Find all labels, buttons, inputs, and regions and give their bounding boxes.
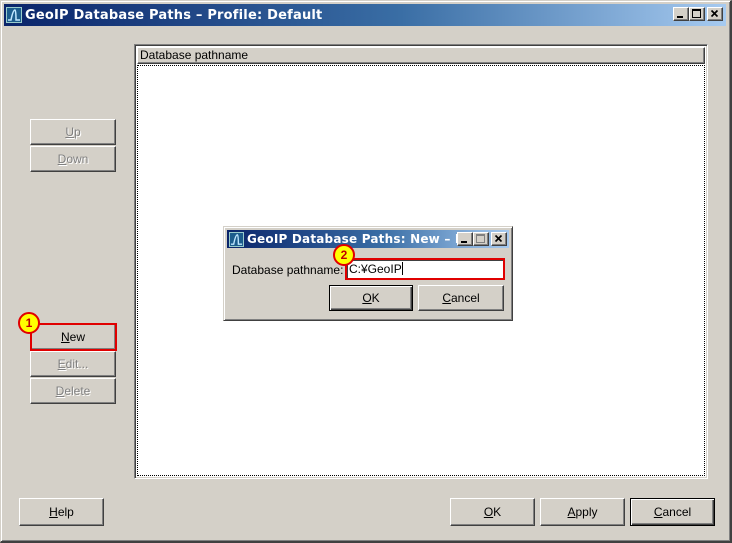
new-button-label: New (60, 330, 85, 344)
dialog-title: GeoIP Database Paths: New – Pr... (247, 232, 483, 246)
dialog-ok-button-label: OK (362, 291, 380, 305)
geoip-app-icon (229, 231, 244, 247)
database-pathname-value: C:¥GeoIP (349, 262, 402, 276)
dialog-close-button[interactable] (491, 232, 507, 246)
text-caret (401, 262, 403, 275)
window-title: GeoIP Database Paths – Profile: Default (25, 7, 323, 23)
delete-button[interactable]: Delete (30, 378, 116, 404)
dialog-cancel-button[interactable]: Cancel (418, 285, 504, 311)
database-pathname-input[interactable]: C:¥GeoIP (346, 259, 504, 279)
new-path-dialog: GeoIP Database Paths: New – Pr... Databa… (223, 226, 513, 321)
minimize-button[interactable] (673, 7, 689, 21)
column-header-database-pathname[interactable]: Database pathname (137, 47, 705, 64)
dialog-minimize-button[interactable] (457, 232, 473, 246)
dialog-cancel-button-label: Cancel (442, 291, 480, 305)
delete-button-label: Delete (55, 384, 91, 398)
apply-button-label: Apply (567, 505, 598, 519)
new-button[interactable]: New (30, 324, 116, 350)
up-button[interactable]: Up (30, 119, 116, 145)
ok-button-label: OK (483, 505, 502, 519)
maximize-icon (692, 9, 701, 18)
apply-button[interactable]: Apply (540, 498, 625, 526)
ok-button[interactable]: OK (450, 498, 535, 526)
maximize-button[interactable] (689, 7, 705, 21)
minimize-icon (677, 16, 683, 18)
title-bar[interactable]: GeoIP Database Paths – Profile: Default (4, 4, 726, 26)
edit-button-label: Edit... (57, 357, 89, 371)
dialog-title-bar[interactable]: GeoIP Database Paths: New – Pr... (227, 230, 509, 248)
maximize-icon (476, 234, 485, 243)
help-button[interactable]: Help (19, 498, 104, 526)
database-pathname-label: Database pathname: (232, 263, 344, 277)
down-button-label: Down (57, 152, 89, 166)
dialog-ok-button[interactable]: OK (329, 285, 413, 311)
up-button-label: Up (65, 125, 81, 139)
step-2-marker: 2 (333, 244, 355, 266)
close-button[interactable] (707, 7, 723, 21)
dialog-maximize-button[interactable] (473, 232, 489, 246)
help-button-label: Help (49, 505, 74, 519)
close-icon (494, 234, 503, 243)
geoip-app-icon (6, 7, 22, 23)
step-1-marker: 1 (18, 312, 40, 334)
main-window: GeoIP Database Paths – Profile: Default … (0, 0, 732, 543)
cancel-button-label: Cancel (653, 505, 692, 519)
edit-button[interactable]: Edit... (30, 351, 116, 377)
close-icon (710, 9, 719, 18)
minimize-icon (461, 241, 467, 243)
down-button[interactable]: Down (30, 146, 116, 172)
cancel-button[interactable]: Cancel (630, 498, 715, 526)
